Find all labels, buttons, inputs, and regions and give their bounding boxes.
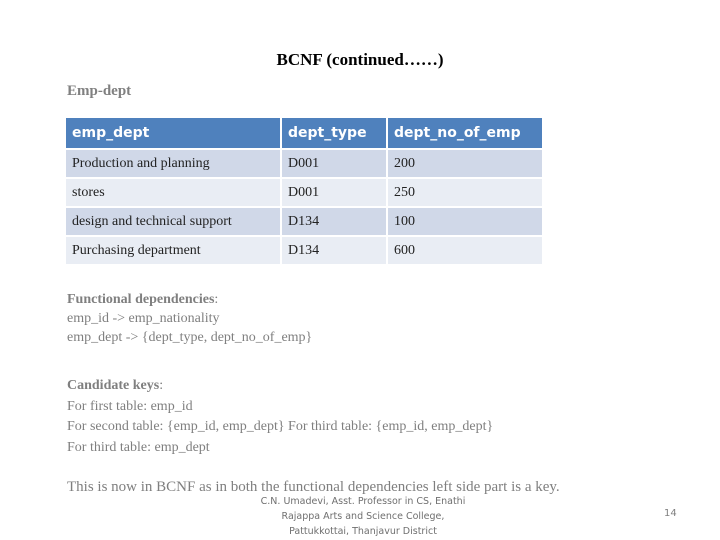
- dependency-line: emp_dept -> {dept_type, dept_no_of_emp}: [67, 330, 313, 345]
- footer-credit: C.N. Umadevi, Asst. Professor in CS, Ena…: [233, 494, 493, 539]
- page-number: 14: [664, 508, 677, 519]
- functional-dependencies-heading-line: Functional dependencies:: [67, 290, 312, 309]
- table-row: Purchasing department D134 600: [66, 237, 542, 264]
- footer-line: C.N. Umadevi, Asst. Professor in CS, Ena…: [260, 496, 466, 507]
- functional-dependencies-section: Functional dependencies: emp_id -> emp_n…: [67, 290, 312, 347]
- candidate-key-line: For first table: emp_id: [67, 398, 193, 414]
- slide-title: BCNF (continued……): [276, 50, 444, 69]
- candidate-keys-section: Candidate keys: For first table: emp_id …: [67, 376, 493, 458]
- candidate-keys-heading-line: Candidate keys:: [67, 376, 493, 397]
- heading-colon: :: [214, 292, 219, 307]
- candidate-key-line: For second table: {emp_id, emp_dept} For…: [67, 419, 494, 434]
- table-caption: Emp-dept: [67, 83, 132, 99]
- candidate-key-line: For third table: emp_dept: [67, 439, 210, 455]
- column-header-dept-no-of-emp: dept_no_of_emp: [388, 118, 542, 148]
- cell-dept-no-of-emp: 100: [388, 208, 542, 235]
- cell-dept-no-of-emp: 200: [388, 150, 542, 177]
- dependency-line: emp_id -> emp_nationality: [67, 311, 220, 326]
- footer-line: Rajappa Arts and Science College,: [281, 511, 445, 522]
- table-row: Production and planning D001 200: [66, 150, 542, 177]
- cell-dept-no-of-emp: 600: [388, 237, 542, 264]
- column-header-dept-type: dept_type: [282, 118, 386, 148]
- table-row: stores D001 250: [66, 179, 542, 206]
- functional-dependencies-heading: Functional dependencies: [67, 292, 215, 307]
- cell-emp-dept: stores: [66, 179, 280, 206]
- cell-dept-type: D001: [282, 179, 386, 206]
- cell-dept-type: D134: [282, 237, 386, 264]
- table-header-row: emp_dept dept_type dept_no_of_emp: [66, 118, 542, 148]
- footer-line: Pattukkottai, Thanjavur District: [289, 526, 437, 537]
- cell-emp-dept: Purchasing department: [66, 237, 280, 264]
- column-header-emp-dept: emp_dept: [66, 118, 280, 148]
- cell-dept-type: D001: [282, 150, 386, 177]
- cell-emp-dept: Production and planning: [66, 150, 280, 177]
- candidate-keys-heading: Candidate keys: [67, 378, 160, 393]
- emp-dept-table: emp_dept dept_type dept_no_of_emp Produc…: [64, 116, 544, 266]
- table-row: design and technical support D134 100: [66, 208, 542, 235]
- heading-colon: :: [159, 378, 164, 393]
- cell-dept-no-of-emp: 250: [388, 179, 542, 206]
- cell-dept-type: D134: [282, 208, 386, 235]
- cell-emp-dept: design and technical support: [66, 208, 280, 235]
